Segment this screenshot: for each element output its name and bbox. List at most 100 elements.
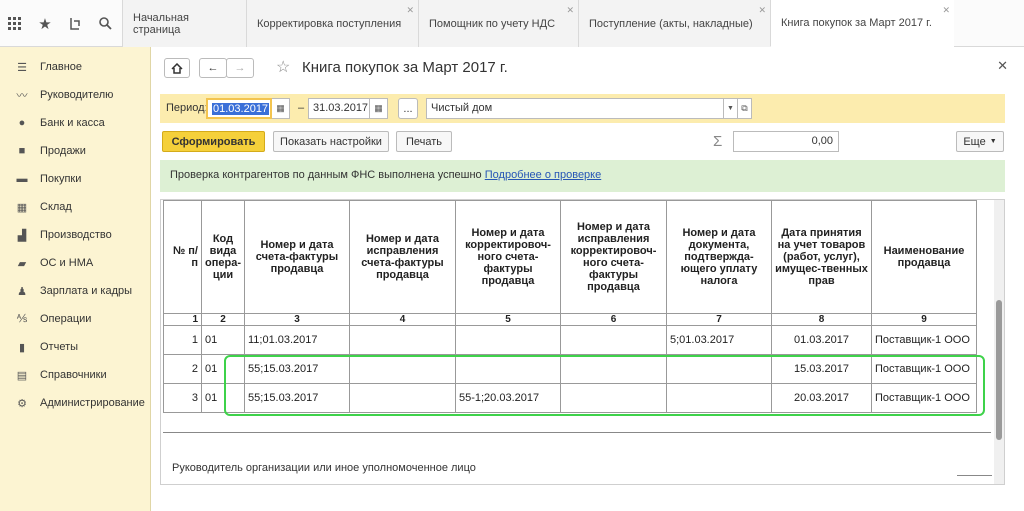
sigma-icon: Σ	[713, 133, 723, 150]
close-icon[interactable]: ✕	[942, 5, 950, 16]
sidebar-item-label: Операции	[40, 313, 92, 325]
column-number: 3	[243, 313, 350, 326]
chevron-down-icon: ▼	[989, 138, 997, 145]
sum-field: 0,00	[733, 131, 839, 152]
tab-vat-assistant[interactable]: Помощник по учету НДС ✕	[418, 0, 578, 47]
period-bar: Период: 01.03.2017 ▦ – 31.03.2017 ▦ ... …	[160, 94, 1005, 123]
star-icon[interactable]: ★	[30, 0, 60, 47]
organization-input[interactable]: Чистый дом	[426, 98, 724, 119]
table-cell: 3	[163, 383, 202, 413]
more-button[interactable]: Еще ▼	[956, 131, 1004, 152]
table-cell: Поставщик-1 ООО	[870, 325, 977, 355]
table-cell	[454, 325, 561, 355]
table-cell	[348, 325, 456, 355]
info-text: Проверка контрагентов по данным ФНС выпо…	[170, 169, 482, 181]
close-icon[interactable]: ✕	[758, 5, 766, 16]
calendar-icon[interactable]: ▦	[370, 98, 388, 119]
main-panel: ← → ☆ Книга покупок за Март 2017 г. ✕ Пе…	[152, 48, 1024, 511]
tab-label: Поступление (акты, накладные)	[589, 17, 753, 30]
column-header: Номер и дата корректировоч-ного счета-фа…	[454, 200, 561, 314]
page-title: Книга покупок за Март 2017 г.	[302, 59, 508, 76]
column-number-row: 1 2 3 4 5 6 7 8 9	[163, 313, 977, 326]
info-bar: Проверка контрагентов по данным ФНС выпо…	[160, 160, 1005, 192]
tab-receipts[interactable]: Поступление (акты, накладные) ✕	[578, 0, 770, 47]
print-button[interactable]: Печать	[396, 131, 452, 152]
search-icon[interactable]	[90, 0, 120, 47]
column-number: 2	[201, 313, 245, 326]
factory-icon: ▟	[17, 229, 27, 242]
grid-icon[interactable]	[0, 0, 30, 47]
sidebar-item-label: ОС и НМА	[40, 257, 94, 269]
more-about-check-link[interactable]: Подробнее о проверке	[485, 169, 601, 181]
sidebar-item-reports[interactable]: ▮ Отчеты	[0, 333, 150, 361]
tab-purchase-book[interactable]: Книга покупок за Март 2017 г. ✕	[770, 0, 954, 47]
close-icon[interactable]: ✕	[566, 5, 574, 16]
period-select-button[interactable]: ...	[398, 98, 418, 119]
sidebar-item-main[interactable]: ☰ Главное	[0, 53, 150, 81]
table-row[interactable]: 1 01 11;01.03.2017 5;01.03.2017 01.03.20…	[163, 325, 977, 355]
organization-value: Чистый дом	[431, 102, 493, 114]
tab-strip: Начальная страница Корректировка поступл…	[122, 0, 954, 47]
table-cell: 1	[163, 325, 202, 355]
sidebar-item-operations[interactable]: ⅍ Операции	[0, 305, 150, 333]
sidebar-item-assets[interactable]: ▰ ОС и НМА	[0, 249, 150, 277]
calendar-icon[interactable]: ▦	[272, 98, 290, 119]
arrow-left-icon: ←	[207, 62, 219, 74]
sidebar-item-sales[interactable]: ■ Продажи	[0, 137, 150, 165]
column-number: 5	[454, 313, 561, 326]
arrow-right-icon: →	[234, 62, 246, 74]
home-icon	[171, 62, 183, 74]
period-to-input[interactable]: 31.03.2017	[308, 98, 370, 119]
chevron-down-icon[interactable]: ▼	[724, 98, 738, 119]
sidebar-item-label: Склад	[40, 201, 72, 213]
warehouse-icon: ▦	[16, 201, 28, 214]
period-to-value: 31.03.2017	[313, 102, 369, 114]
sidebar-item-admin[interactable]: ⚙ Администрирование	[0, 389, 150, 417]
sidebar-item-warehouse[interactable]: ▦ Склад	[0, 193, 150, 221]
sidebar-item-bank[interactable]: ● Банк и касса	[0, 109, 150, 137]
table-cell: 2	[163, 354, 202, 384]
column-header: Номер и дата документа, подтвержда-ющего…	[665, 200, 772, 314]
sidebar-item-label: Главное	[40, 61, 83, 73]
operations-icon: ⅍	[16, 313, 28, 325]
sidebar-item-directories[interactable]: ▤ Справочники	[0, 361, 150, 389]
signature-line	[957, 475, 992, 476]
sidebar-item-purchases[interactable]: ▬ Покупки	[0, 165, 150, 193]
column-header: Наименование продавца	[870, 200, 977, 314]
period-from-input[interactable]: 01.03.2017	[206, 98, 272, 119]
home-button[interactable]	[164, 58, 190, 78]
column-header: Номер и дата счета-фактуры продавца	[243, 200, 350, 314]
sidebar: ☰ Главное 〰 Руководителю ● Банк и касса ■ Пр…	[0, 47, 151, 511]
bag-icon: ■	[18, 145, 26, 157]
sidebar-item-salary[interactable]: ♟ Зарплата и кадры	[0, 277, 150, 305]
chart-icon: ▮	[18, 341, 26, 354]
ruble-icon: ●	[18, 117, 26, 129]
sidebar-item-production[interactable]: ▟ Производство	[0, 221, 150, 249]
sidebar-item-label: Справочники	[40, 369, 107, 381]
sidebar-item-label: Отчеты	[40, 341, 79, 353]
vertical-scrollbar[interactable]	[994, 200, 1004, 484]
scrollbar-thumb[interactable]	[996, 300, 1002, 440]
table-cell: 11;01.03.2017	[243, 325, 350, 355]
favorite-star-icon[interactable]: ☆	[276, 57, 290, 77]
open-icon[interactable]: ⧉	[738, 98, 752, 119]
sidebar-item-manager[interactable]: 〰 Руководителю	[0, 81, 150, 109]
period-from-value: 01.03.2017	[212, 103, 270, 115]
column-header: № п/п	[163, 200, 202, 314]
column-header: Дата принятия на учет товаров (работ, ус…	[770, 200, 872, 314]
person-icon: ♟	[17, 285, 27, 298]
show-settings-button[interactable]: Показать настройки	[273, 131, 389, 152]
title-bar: ← → ☆ Книга покупок за Март 2017 г. ✕	[152, 48, 1024, 86]
tab-home[interactable]: Начальная страница	[122, 0, 246, 47]
generate-button[interactable]: Сформировать	[162, 131, 265, 152]
tab-label: Корректировка поступления	[257, 17, 402, 30]
gear-icon: ⚙	[17, 397, 27, 410]
close-icon[interactable]: ✕	[997, 58, 1008, 74]
table-cell: 01	[201, 325, 245, 355]
table-cell: 5;01.03.2017	[665, 325, 772, 355]
history-icon[interactable]	[60, 0, 90, 47]
forward-button[interactable]: →	[226, 58, 254, 78]
close-icon[interactable]: ✕	[406, 5, 414, 16]
back-button[interactable]: ←	[199, 58, 227, 78]
tab-receipt-correction[interactable]: Корректировка поступления ✕	[246, 0, 418, 47]
